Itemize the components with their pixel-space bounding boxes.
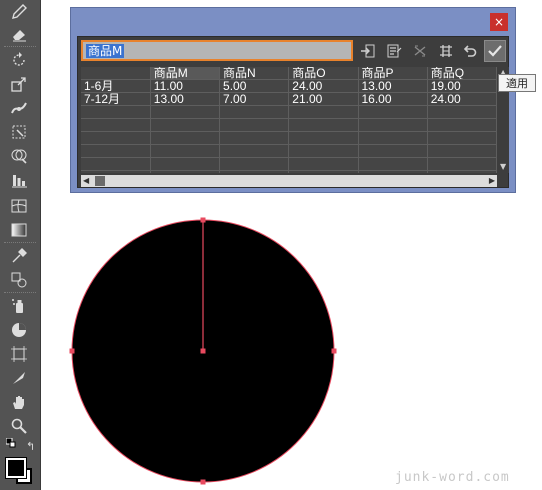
artboard-canvas	[69, 217, 337, 485]
anchor-point-left[interactable]	[69, 348, 75, 354]
anchor-point-center[interactable]	[200, 348, 206, 354]
anchor-point-top[interactable]	[200, 217, 206, 223]
anchor-point-right[interactable]	[331, 348, 337, 354]
anchor-point-bottom[interactable]	[200, 479, 206, 485]
watermark-text: junk-word.com	[395, 470, 510, 485]
